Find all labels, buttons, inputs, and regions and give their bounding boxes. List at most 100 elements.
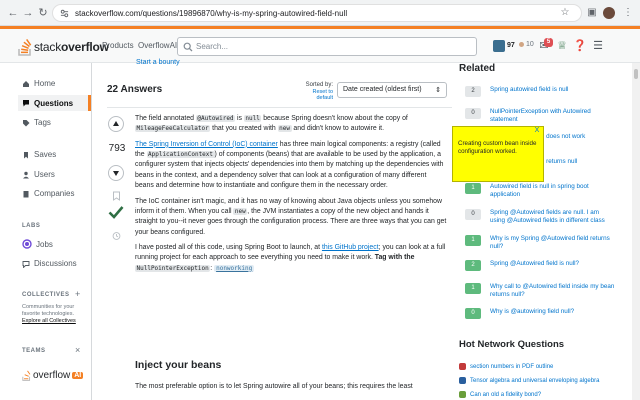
sidebar-item-label: Home [34, 79, 56, 88]
user-avatar[interactable] [493, 40, 505, 52]
hot-question-item[interactable]: Tensor algebra and universal enveloping … [459, 377, 599, 384]
related-score-badge: 0 [465, 108, 481, 119]
nav-products[interactable]: Products [102, 41, 134, 50]
companies-icon [23, 190, 29, 197]
back-icon[interactable]: ← [6, 6, 20, 20]
related-score-badge: 2 [465, 260, 481, 271]
bookmark-star-icon[interactable]: ☆ [557, 5, 573, 21]
sidebar-item-users[interactable]: Users [22, 170, 55, 179]
site-switcher-icon[interactable]: ☰ [591, 39, 605, 53]
arrow-down-icon [113, 171, 119, 176]
teams-logo-text: overflow [33, 370, 71, 381]
scrollbar-thumb[interactable] [634, 69, 638, 79]
popup-text: Creating custom bean inside configuratio… [458, 140, 537, 156]
related-score-badge: 1 [465, 235, 481, 246]
bookmark-icon[interactable] [112, 191, 121, 201]
related-question-link[interactable]: Spring @Autowired fields are null. I am … [490, 209, 615, 225]
related-question-link[interactable]: Autowired field is null in spring boot a… [490, 183, 615, 199]
sidebar-item-label: Users [34, 170, 55, 179]
home-icon [23, 80, 29, 87]
close-icon[interactable]: X [533, 127, 541, 135]
jobs-icon [22, 239, 32, 249]
profile-avatar[interactable] [603, 7, 615, 19]
sidebar-item-jobs[interactable]: Jobs [22, 239, 53, 249]
reload-icon[interactable]: ↻ [36, 6, 50, 20]
questions-icon [23, 100, 29, 107]
related-question-link[interactable]: Spring @Autowired field is null? [490, 260, 615, 268]
arrow-up-icon [113, 121, 119, 126]
related-score-badge: 1 [465, 183, 481, 194]
teams-logo-ai: AI [72, 372, 84, 379]
chevron-updown-icon: ⇕ [435, 87, 441, 94]
nav-overflowai[interactable]: OverflowAI [138, 41, 177, 50]
sidebar-item-companies[interactable]: Companies [22, 189, 74, 198]
start-bounty-link[interactable]: Start a bounty [136, 59, 180, 66]
teams-logo[interactable]: overflow AI [22, 370, 84, 381]
hot-network-title: Hot Network Questions [459, 339, 565, 350]
url-text: stackoverflow.com/questions/19896870/why… [75, 9, 348, 18]
reputation-count: 97 [507, 42, 515, 49]
hot-question-item[interactable]: Can an old a fidelity bond? [459, 391, 541, 398]
forward-icon[interactable]: → [21, 6, 35, 20]
labs-header: LABS [22, 223, 41, 229]
stack-logo-icon [18, 39, 32, 56]
search-icon [183, 42, 193, 52]
site-icon [459, 391, 466, 398]
hot-question-item[interactable]: section numbers in PDF outline [459, 363, 553, 370]
achievements-icon[interactable]: ♕ [555, 39, 569, 53]
sidebar-item-discussions[interactable]: Discussions [22, 259, 77, 268]
sidebar-item-label: Discussions [34, 259, 77, 268]
more-options-icon[interactable]: ⋮ [620, 5, 636, 21]
sidebar-item-label: Tags [34, 118, 51, 127]
spring-ioc-link[interactable]: The Spring Inversion of Control (IoC) co… [135, 141, 278, 148]
site-logo[interactable]: stackoverflow [18, 38, 109, 56]
address-bar[interactable]: stackoverflow.com/questions/19896870/why… [52, 4, 582, 22]
users-icon [23, 171, 29, 178]
related-score-badge: 0 [465, 209, 481, 220]
answers-count: 22 Answers [107, 84, 163, 95]
downvote-button[interactable] [108, 165, 124, 181]
related-score-badge: 2 [465, 86, 481, 97]
sidebar-item-saves[interactable]: Saves [22, 150, 56, 159]
help-icon[interactable]: ❓ [573, 39, 587, 53]
related-question-link[interactable]: Why call to @Autowired field inside my b… [490, 283, 615, 299]
sidebar-item-label: Jobs [36, 239, 53, 249]
add-collective-icon[interactable]: + [75, 289, 80, 299]
explore-collectives-link[interactable]: Explore all Collectives [22, 318, 76, 324]
right-sidebar: Related 2 Spring autowired field is null 0… [452, 63, 640, 400]
site-header: stackoverflow Products OverflowAI 97 10 … [0, 26, 640, 63]
sidebar-item-home[interactable]: Home [22, 79, 55, 88]
sidebar-item-questions[interactable]: Questions [18, 95, 91, 111]
extensions-icon[interactable]: ▣ [584, 5, 600, 21]
sort-select[interactable]: Date created (oldest first) ⇕ [337, 82, 447, 98]
page-scrollbar[interactable] [632, 63, 640, 400]
sidebar-item-tags[interactable]: Tags [22, 118, 51, 127]
divider [107, 107, 452, 108]
related-question-link[interactable]: Why is @autowiring field null? [490, 308, 615, 316]
bronze-badge-count: 10 [526, 41, 534, 48]
answer-paragraph: The field annotated @Autowired is null b… [135, 115, 408, 133]
site-icon [459, 363, 466, 370]
reset-sort-link[interactable]: Reset to default [297, 89, 333, 102]
history-icon[interactable] [112, 231, 121, 241]
tag-nonworking[interactable]: nonworking [214, 264, 255, 272]
logo-prefix: stack [34, 40, 62, 54]
close-teams-icon[interactable]: × [75, 345, 80, 355]
site-info-icon[interactable] [60, 9, 69, 18]
collectives-description: Communities for your favorite technologi… [22, 304, 76, 325]
search-box[interactable] [177, 37, 477, 56]
answer-paragraph: The Spring Inversion of Control (IoC) co… [135, 140, 444, 190]
tag-icon [23, 119, 30, 126]
search-input[interactable] [196, 40, 466, 53]
related-question-link[interactable]: Spring autowired field is null [490, 86, 615, 94]
main-content: Start a bounty 22 Answers Sorted by: Res… [92, 59, 452, 400]
answer-paragraph: The most preferable option is to let Spr… [135, 383, 413, 390]
sort-label: Sorted by: Reset to default [297, 82, 333, 102]
site-icon [459, 377, 466, 384]
related-question-link[interactable]: NullPointerException with Autowired stat… [490, 108, 615, 124]
related-question-link[interactable]: Why is my Spring @Autowired field return… [490, 235, 615, 251]
sidebar-item-label: Saves [34, 150, 57, 159]
section-heading: Inject your beans [135, 359, 222, 371]
upvote-button[interactable] [108, 116, 124, 132]
github-project-link[interactable]: this GitHub project [322, 244, 379, 251]
